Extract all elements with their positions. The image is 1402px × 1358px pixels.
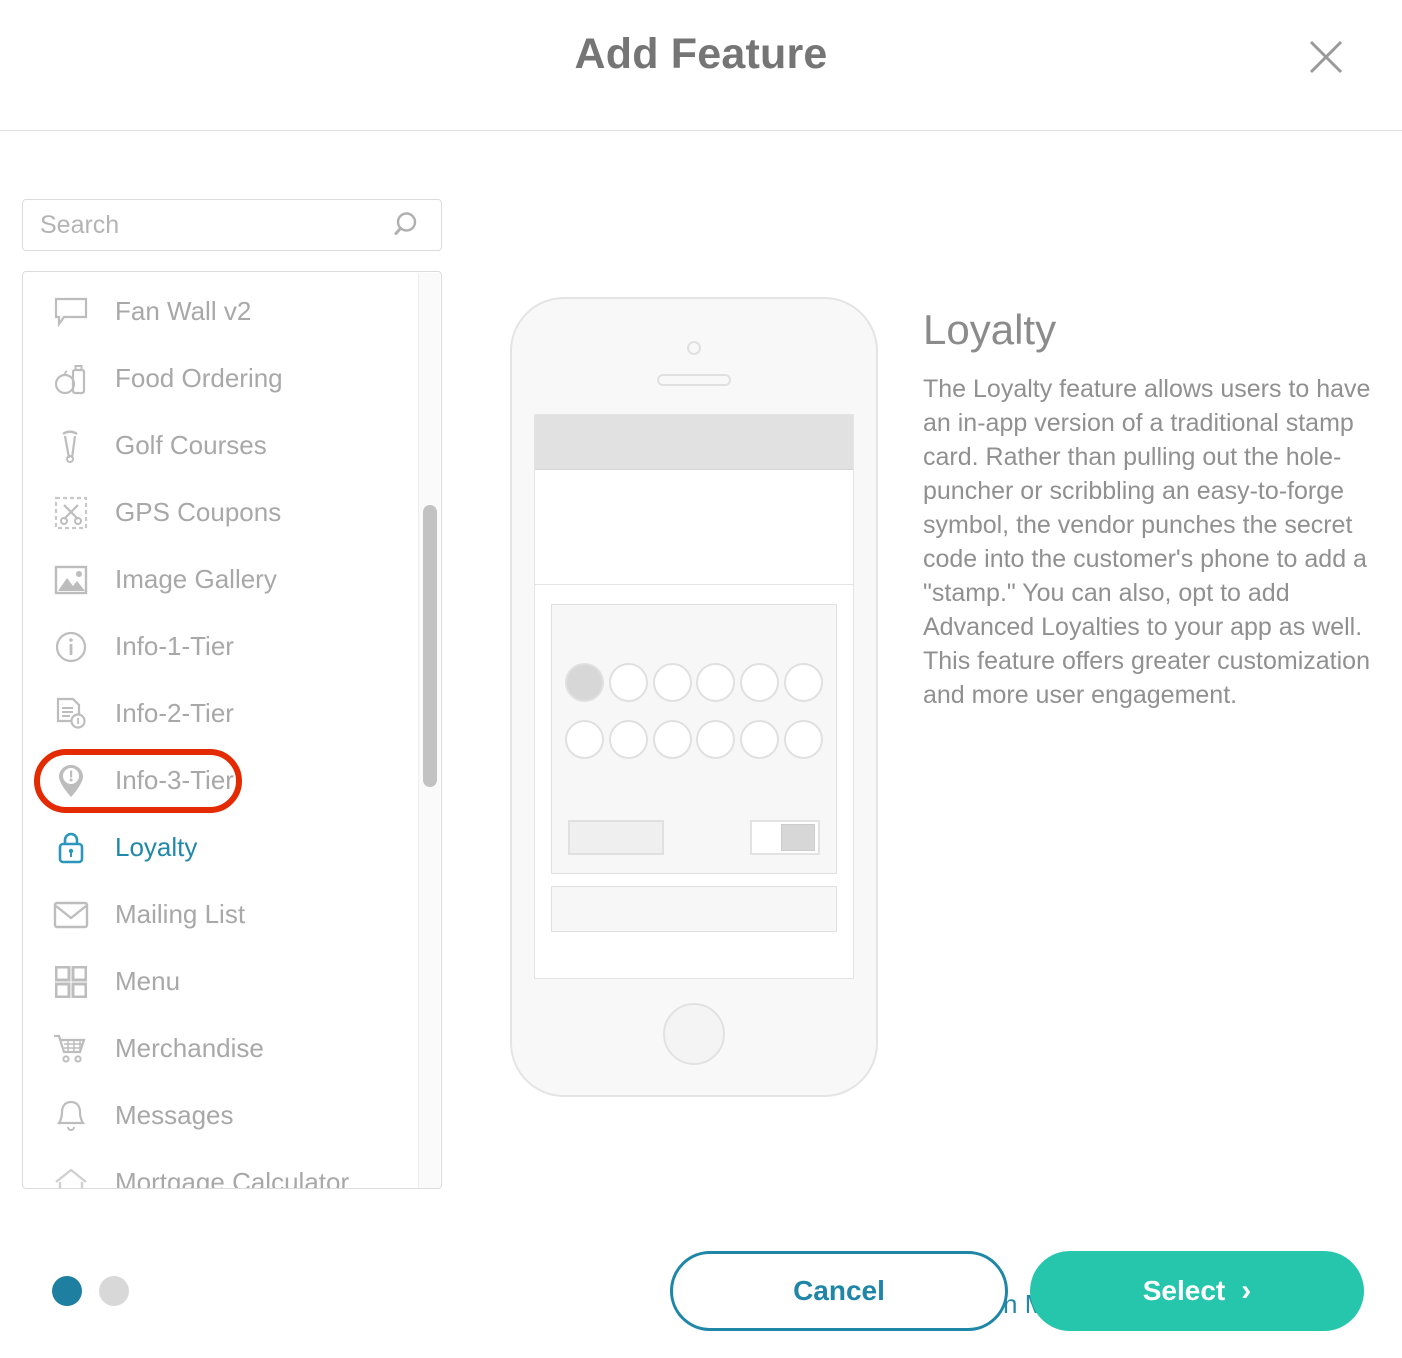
page-title: Add Feature (574, 30, 828, 78)
feature-list: Fan Wall v2 Food Ordering Golf Courses G… (23, 272, 421, 1189)
feature-list-item-golf-courses[interactable]: Golf Courses (23, 412, 421, 479)
feature-list-item-label: Info-2-Tier (115, 698, 234, 728)
pagination-dots (52, 1276, 129, 1306)
feature-list-item-info-3-tier[interactable]: Info-3-Tier (23, 747, 421, 814)
pagination-dot-1[interactable] (52, 1276, 82, 1306)
bell-icon (49, 1096, 93, 1136)
phone-preview-mockup (510, 297, 878, 1097)
feature-list-item-menu[interactable]: Menu (23, 948, 421, 1015)
stamp-empty (696, 663, 736, 702)
preview-hero-area (535, 470, 853, 585)
feature-list-item-image-gallery[interactable]: Image Gallery (23, 546, 421, 613)
feature-list-item-messages[interactable]: Messages (23, 1082, 421, 1149)
search-box[interactable] (22, 199, 442, 251)
close-icon[interactable] (1302, 33, 1350, 81)
scissors-icon (49, 493, 93, 533)
feature-list-item-label: Menu (115, 966, 181, 996)
feature-info-panel: Loyalty The Loyalty feature allows users… (923, 306, 1393, 712)
info-circle-icon (49, 627, 93, 667)
feature-list-item-fan-wall-v2[interactable]: Fan Wall v2 (23, 278, 421, 345)
feature-list-item-info-2-tier[interactable]: Info-2-Tier (23, 680, 421, 747)
feature-list-item-label: Fan Wall v2 (115, 296, 252, 326)
feature-list-item-gps-coupons[interactable]: GPS Coupons (23, 479, 421, 546)
feature-list-item-label: Mailing List (115, 899, 246, 929)
feature-list-item-label: GPS Coupons (115, 497, 282, 527)
feature-list-item-label: Merchandise (115, 1033, 264, 1063)
preview-stamp-card (551, 604, 837, 874)
feature-list-item-mailing-list[interactable]: Mailing List (23, 881, 421, 948)
toggle-knob (781, 824, 815, 851)
stamp-empty (696, 720, 736, 759)
stamp-empty (652, 663, 692, 702)
food-icon (49, 359, 93, 399)
feature-list-scrollbar[interactable] (418, 273, 440, 1188)
document-info-icon (49, 694, 93, 734)
golf-icon (49, 426, 93, 466)
preview-navbar (535, 415, 853, 470)
feature-list-item-loyalty[interactable]: Loyalty (23, 814, 421, 881)
stamp-empty (783, 720, 823, 759)
select-button-label: Select (1142, 1275, 1226, 1306)
stamp-empty (783, 663, 823, 702)
shopping-cart-icon (49, 1029, 93, 1069)
feature-list-item-info-1-tier[interactable]: Info-1-Tier (23, 613, 421, 680)
modal-body: Fan Wall v2 Food Ordering (0, 131, 1402, 1319)
feature-list-item-merchandise[interactable]: Merchandise (23, 1015, 421, 1082)
feature-list-item-label: Golf Courses (115, 430, 267, 460)
footer-actions: Cancel Select › (670, 1251, 1364, 1331)
stamp-grid (552, 605, 836, 759)
select-button[interactable]: Select › (1030, 1251, 1364, 1331)
stamp-empty (652, 720, 692, 759)
feature-list-item-label: Info-3-Tier (115, 765, 234, 795)
stamp-empty (565, 720, 604, 759)
feature-list-item-label: Messages (115, 1100, 234, 1130)
grid-icon (49, 962, 93, 1002)
feature-list-item-label: Mortgage Calculator (115, 1167, 350, 1189)
cancel-button[interactable]: Cancel (670, 1251, 1008, 1331)
phone-home-button-icon (663, 1003, 725, 1065)
stamp-empty (740, 663, 780, 702)
feature-list-item-label: Info-1-Tier (115, 631, 234, 661)
feature-list-container[interactable]: Fan Wall v2 Food Ordering Golf Courses G… (22, 271, 442, 1189)
stamp-empty (740, 720, 780, 759)
feature-title: Loyalty (923, 306, 1057, 353)
search-icon[interactable] (393, 210, 425, 242)
modal-footer: Cancel Select › (0, 1251, 1402, 1358)
home-icon (49, 1163, 93, 1188)
feature-list-item-label: Food Ordering (115, 363, 283, 393)
phone-camera-icon (687, 341, 701, 355)
modal-header: Add Feature (0, 0, 1402, 131)
stamp-empty (608, 720, 648, 759)
feature-list-item-label: Image Gallery (115, 564, 277, 594)
speech-bubble-icon (49, 292, 93, 332)
scrollbar-thumb[interactable] (423, 505, 437, 787)
stamp-row (565, 663, 823, 702)
stamp-card-footer (568, 820, 820, 855)
feature-description: The Loyalty feature allows users to have… (923, 375, 1371, 709)
image-icon (49, 560, 93, 600)
preview-footer-bar (551, 886, 837, 932)
chevron-right-icon: › (1241, 1274, 1252, 1307)
stamp-empty (608, 663, 648, 702)
lock-icon (49, 828, 93, 868)
phone-speaker-icon (657, 374, 731, 386)
pagination-dot-2[interactable] (99, 1276, 129, 1306)
feature-list-item-food-ordering[interactable]: Food Ordering (23, 345, 421, 412)
feature-browser: Fan Wall v2 Food Ordering (22, 199, 442, 1189)
phone-screen (534, 414, 854, 979)
map-pin-icon (49, 761, 93, 801)
search-input[interactable] (40, 200, 370, 250)
preview-toggle-placeholder (750, 820, 820, 855)
preview-button-placeholder (568, 820, 664, 855)
feature-list-item-label: Loyalty (115, 832, 198, 862)
feature-list-item-mortgage-calculator[interactable]: Mortgage Calculator (23, 1149, 421, 1189)
stamp-filled (565, 663, 604, 702)
stamp-row (565, 720, 823, 759)
envelope-icon (49, 895, 93, 935)
